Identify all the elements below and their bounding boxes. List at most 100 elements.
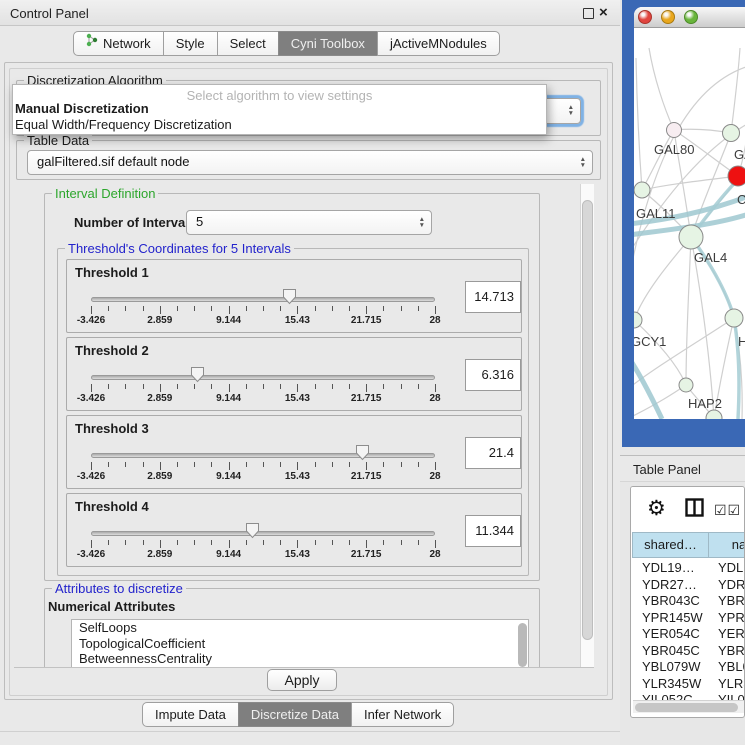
cell-name: YLR3 xyxy=(718,676,745,691)
tick-mark xyxy=(349,462,350,467)
slider-thumb[interactable] xyxy=(355,444,370,461)
network-canvas[interactable]: GAL80GACGAL11GAL4GCY1HHAP2 xyxy=(634,28,745,419)
table-horizontal-scrollbar[interactable] xyxy=(633,700,744,713)
threshold-row: Threshold 3-3.4262.8599.14415.4321.71528… xyxy=(66,415,522,489)
column-header-name[interactable]: na xyxy=(708,532,745,558)
tick-mark xyxy=(160,306,161,314)
network-edge xyxy=(731,48,740,133)
tab-jactivemnodules[interactable]: jActiveMNodules xyxy=(377,31,500,56)
network-node[interactable] xyxy=(634,312,642,328)
tab-style[interactable]: Style xyxy=(163,31,218,56)
attribute-list-item[interactable]: BetweennessCentrality xyxy=(72,651,528,667)
table-row[interactable]: YLR345W YLR3 xyxy=(633,676,745,693)
apply-button[interactable]: Apply xyxy=(267,669,337,691)
tick-mark xyxy=(297,306,298,314)
network-window-titlebar[interactable] xyxy=(634,7,745,28)
tick-label: 15.43 xyxy=(267,549,327,560)
attributes-list-scrollbar[interactable] xyxy=(518,623,527,667)
tick-mark xyxy=(194,384,195,389)
settings-scrollbar[interactable] xyxy=(580,184,594,667)
close-traffic-light[interactable] xyxy=(638,10,652,24)
network-node[interactable] xyxy=(725,309,743,327)
split-columns-icon[interactable] xyxy=(685,498,704,520)
algorithm-option[interactable]: Manual Discretization xyxy=(15,101,149,116)
column-header-shared-name[interactable]: shared… xyxy=(632,532,709,558)
node-label: GA xyxy=(734,147,745,162)
tab-impute-data[interactable]: Impute Data xyxy=(142,702,239,727)
slider-thumb[interactable] xyxy=(190,366,205,383)
table-data-group: Table Data galFiltered.sif default node … xyxy=(16,140,601,180)
float-window-icon[interactable] xyxy=(583,8,594,19)
network-node[interactable] xyxy=(679,225,703,249)
table-row[interactable]: YBR043CYBR0 xyxy=(633,593,745,610)
network-edge xyxy=(642,176,738,190)
tick-label: -3.426 xyxy=(61,393,121,404)
slider-track[interactable] xyxy=(91,297,435,302)
tab-select[interactable]: Select xyxy=(217,31,279,56)
tick-mark xyxy=(366,540,367,548)
table-row[interactable]: YER054CYER0 xyxy=(633,626,745,643)
slider-thumb[interactable] xyxy=(282,288,297,305)
cell-name: YDL1 xyxy=(718,560,745,575)
tick-mark xyxy=(349,540,350,545)
network-node[interactable] xyxy=(723,125,740,142)
table-horizontal-scrollbar-thumb[interactable] xyxy=(635,703,738,712)
tick-mark xyxy=(246,306,247,311)
table-row[interactable]: YDL19… YDL1 xyxy=(633,560,745,577)
tick-mark xyxy=(418,540,419,545)
algorithm-option[interactable]: Equal Width/Frequency Discretization xyxy=(15,117,232,132)
tick-mark xyxy=(401,540,402,545)
tab-network[interactable]: Network xyxy=(73,31,164,56)
table-row[interactable]: YPR145WYPR1 xyxy=(633,610,745,627)
select-columns-icon[interactable]: ☑☑ xyxy=(714,502,741,519)
tick-mark xyxy=(108,540,109,545)
numerical-attributes-list[interactable]: SelfLoopsTopologicalCoefficientBetweenne… xyxy=(71,619,529,668)
number-of-intervals-combo[interactable]: 5 ▲▼ xyxy=(186,210,432,235)
threshold-value-field[interactable]: 14.713 xyxy=(465,281,521,313)
bottom-tab-bar: Impute DataDiscretize DataInfer Network xyxy=(143,702,454,727)
network-edge xyxy=(649,48,674,130)
tick-mark xyxy=(143,384,144,389)
settings-viewport: Interval Definition Number of Intervals … xyxy=(14,184,594,668)
table-row[interactable]: YBR045CYBR0 xyxy=(633,643,745,660)
network-node[interactable] xyxy=(728,166,745,186)
table-row[interactable]: YBL079WYBL0 xyxy=(633,659,745,676)
cell-shared-name: YBR043C xyxy=(642,593,709,608)
network-graph[interactable]: GAL80GACGAL11GAL4GCY1HHAP2 xyxy=(634,28,745,419)
tick-mark xyxy=(177,540,178,545)
close-icon[interactable]: × xyxy=(599,4,608,21)
table-row[interactable]: YDR27…YDR2 xyxy=(633,577,745,594)
tab-infer-network[interactable]: Infer Network xyxy=(351,702,454,727)
network-node[interactable] xyxy=(634,182,650,198)
tick-mark xyxy=(418,306,419,311)
minimize-traffic-light[interactable] xyxy=(661,10,675,24)
gear-icon[interactable]: ⚙ xyxy=(647,496,666,521)
node-table-panel: ⚙ ☑☑ shared… na YDL19…YDL1YDR27…YDR2YBR0… xyxy=(630,486,745,718)
zoom-traffic-light[interactable] xyxy=(684,10,698,24)
slider-track[interactable] xyxy=(91,453,435,458)
cell-shared-name: YLR345W xyxy=(642,676,709,691)
threshold-value-field[interactable]: 11.344 xyxy=(465,515,521,547)
threshold-row: Threshold 1-3.4262.8599.14415.4321.71528… xyxy=(66,259,522,333)
cell-name: YDR2 xyxy=(718,577,745,592)
table-data-combo[interactable]: galFiltered.sif default node ▲▼ xyxy=(27,150,593,175)
attribute-list-item[interactable]: SelfLoops xyxy=(72,620,528,636)
tick-mark xyxy=(194,306,195,311)
threshold-value-field[interactable]: 6.316 xyxy=(465,359,521,391)
cell-shared-name: YIL052C xyxy=(642,692,709,700)
slider-track[interactable] xyxy=(91,375,435,380)
attribute-list-item[interactable]: TopologicalCoefficient xyxy=(72,636,528,652)
tick-mark xyxy=(332,384,333,389)
network-node[interactable] xyxy=(679,378,693,392)
combo-arrows-icon: ▲▼ xyxy=(580,151,586,174)
cell-shared-name: YDL19… xyxy=(642,560,709,575)
node-label: H xyxy=(738,334,745,349)
table-row[interactable]: YIL052CYIL0 xyxy=(633,692,745,700)
tab-discretize-data[interactable]: Discretize Data xyxy=(238,702,352,727)
slider-thumb[interactable] xyxy=(245,522,260,539)
threshold-value-field[interactable]: 21.4 xyxy=(465,437,521,469)
settings-scrollbar-thumb[interactable] xyxy=(582,200,593,640)
network-node[interactable] xyxy=(667,123,682,138)
tab-cyni-toolbox[interactable]: Cyni Toolbox xyxy=(278,31,378,56)
slider-track[interactable] xyxy=(91,531,435,536)
